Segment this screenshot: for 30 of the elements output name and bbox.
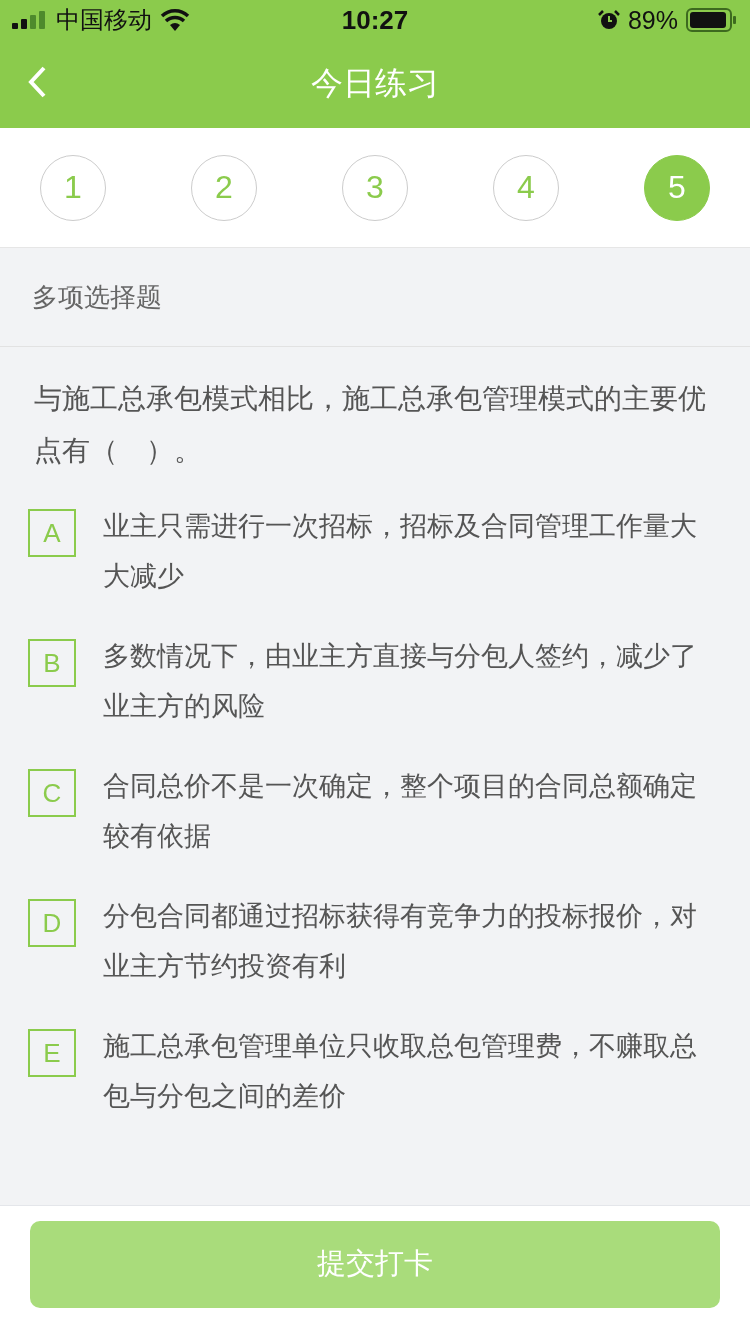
carrier-name: 中国移动 — [56, 5, 152, 35]
option-text: 施工总承包管理单位只收取总包管理费，不赚取总包与分包之间的差价 — [103, 1030, 698, 1113]
alarm-icon — [597, 9, 620, 31]
page-title: 今日练习 — [311, 64, 439, 103]
option-letter-box: D — [28, 899, 76, 947]
question-number-tab[interactable]: 2 — [191, 154, 257, 221]
battery-icon — [686, 8, 738, 32]
answer-option[interactable]: A 业主只需进行一次招标，招标及合同管理工作量大大减少 — [28, 507, 726, 601]
option-letter-box: C — [28, 769, 76, 817]
answer-option[interactable]: B 多数情况下，由业主方直接与分包人签约，减少了业主方的风险 — [28, 637, 726, 731]
question-number-tab[interactable]: 5 — [644, 154, 710, 221]
answer-option[interactable]: C 合同总价不是一次确定，整个项目的合同总额确定较有依据 — [28, 767, 726, 861]
option-letter-box: A — [28, 509, 76, 557]
option-text: 分包合同都通过招标获得有竞争力的投标报价，对业主方节约投资有利 — [103, 900, 698, 983]
question-number-tab[interactable]: 3 — [342, 154, 408, 221]
option-letter-box: B — [28, 639, 76, 687]
answer-option[interactable]: E 施工总承包管理单位只收取总包管理费，不赚取总包与分包之间的差价 — [28, 1027, 726, 1121]
option-letter-box: E — [28, 1029, 76, 1077]
option-text: 多数情况下，由业主方直接与分包人签约，减少了业主方的风险 — [103, 640, 698, 723]
question-type: 多项选择题 — [32, 280, 162, 314]
option-text: 合同总价不是一次确定，整个项目的合同总额确定较有依据 — [103, 770, 698, 853]
signal-icon — [12, 11, 48, 29]
battery-percent: 89% — [627, 5, 678, 35]
question-number-tab[interactable]: 4 — [493, 154, 559, 221]
wifi-icon — [160, 9, 190, 31]
answer-option[interactable]: D 分包合同都通过招标获得有竞争力的投标报价，对业主方节约投资有利 — [28, 897, 726, 991]
option-text: 业主只需进行一次招标，招标及合同管理工作量大大减少 — [103, 510, 698, 593]
status-time: 10:27 — [341, 4, 409, 36]
question-text: 与施工总承包模式相比，施工总承包管理模式的主要优点有（ ）。 — [34, 382, 707, 468]
question-number-tab[interactable]: 1 — [40, 154, 106, 221]
